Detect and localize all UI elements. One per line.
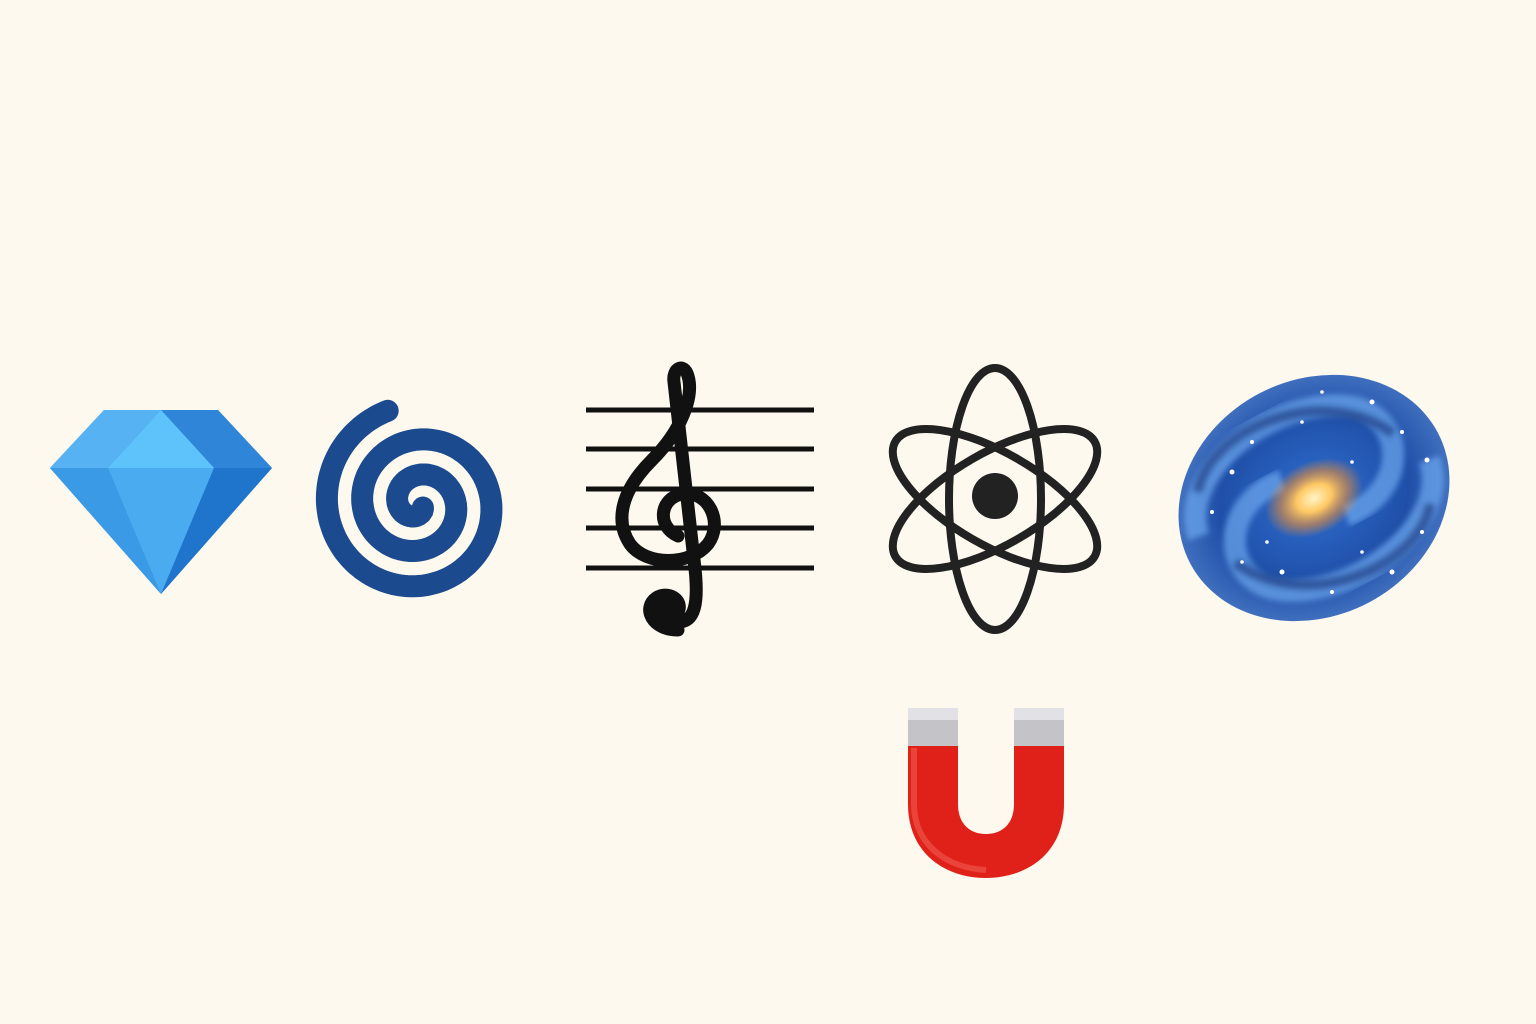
- magnet-icon: [908, 708, 1064, 878]
- treble-clef-icon: [586, 361, 814, 637]
- spiral-icon: [315, 399, 503, 598]
- icon-canvas: [0, 0, 1536, 1024]
- galaxy-icon: [1178, 374, 1450, 622]
- diamond-icon: [50, 410, 272, 594]
- atom-icon: [888, 364, 1102, 634]
